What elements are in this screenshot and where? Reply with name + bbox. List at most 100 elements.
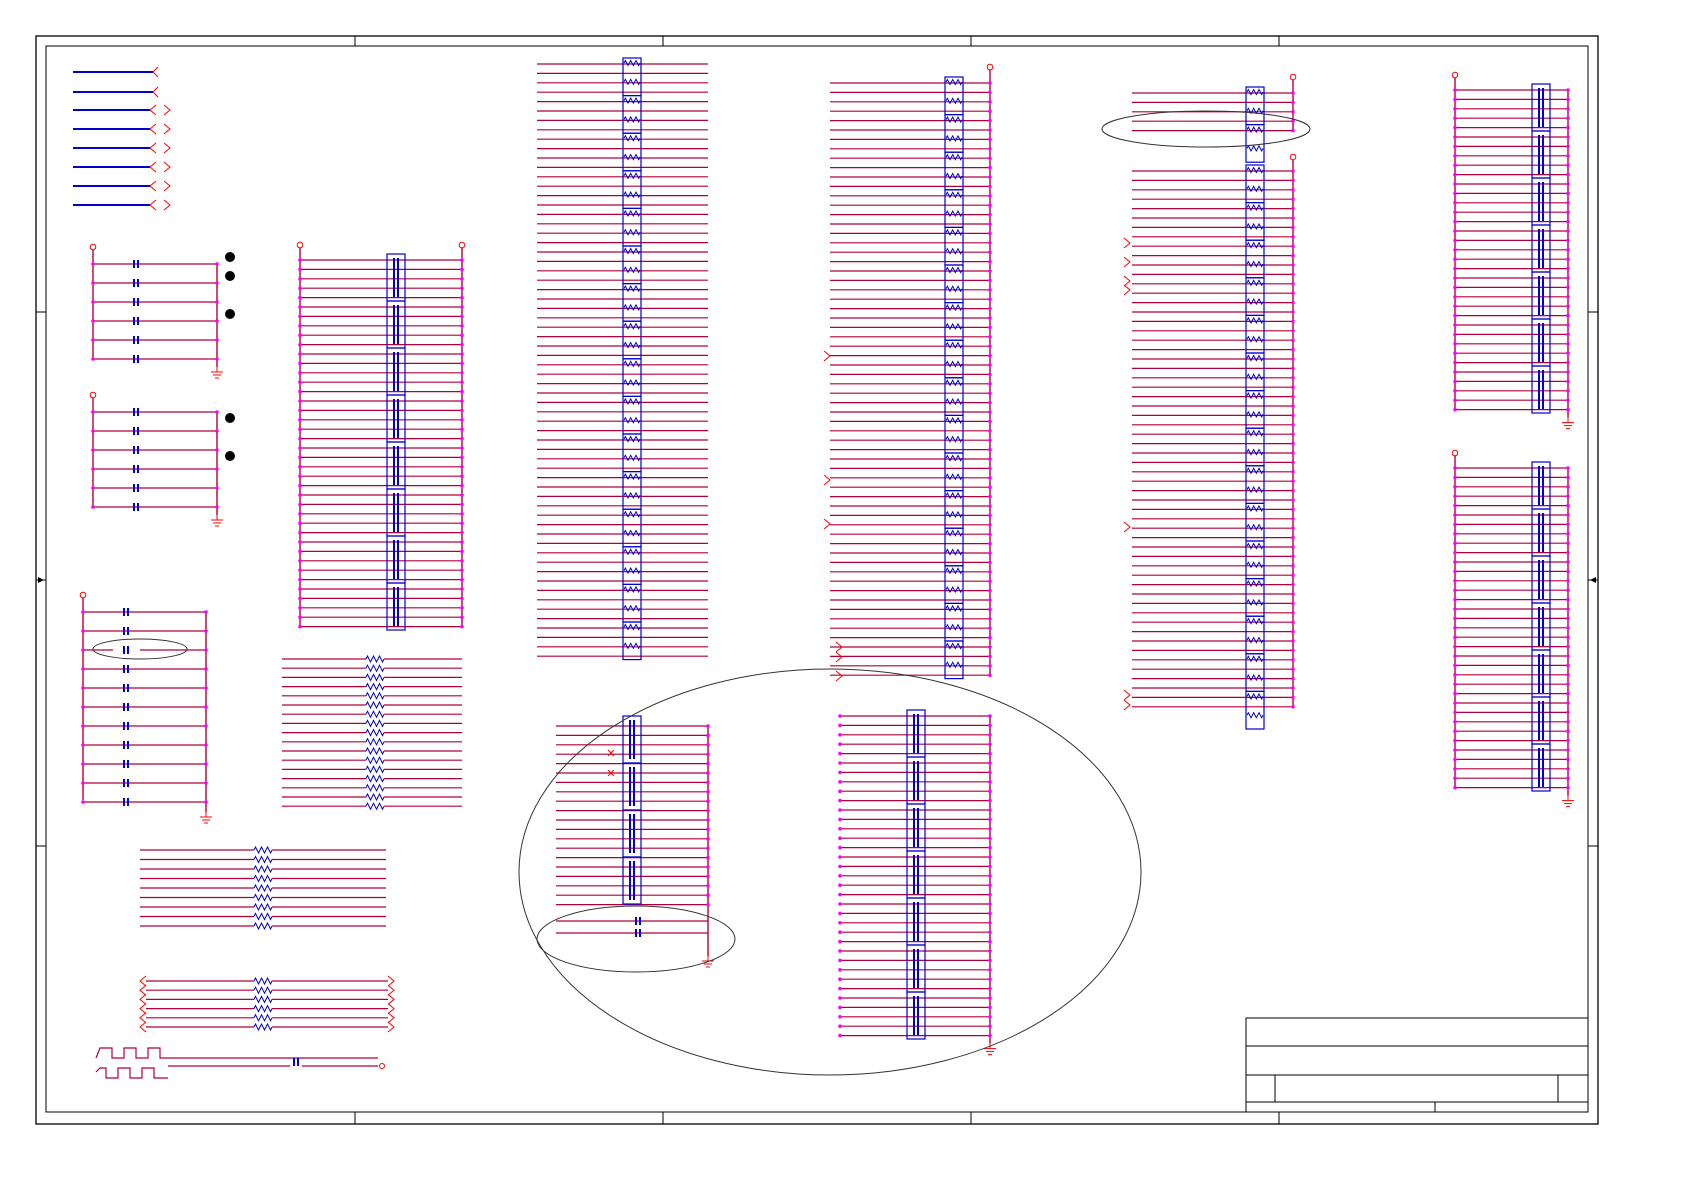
offpage-input-arrow xyxy=(152,66,159,78)
pin-dot xyxy=(460,305,464,309)
pin-dot xyxy=(1566,201,1570,205)
pin-dot xyxy=(1453,785,1457,790)
pin-dot xyxy=(988,212,992,217)
port-arrow xyxy=(387,1012,395,1024)
resistor-element xyxy=(1246,542,1264,550)
resistor xyxy=(365,792,385,802)
resistor-element xyxy=(945,548,963,556)
resistor-element xyxy=(1246,674,1264,682)
resistor-element xyxy=(623,59,641,67)
pin-dot xyxy=(988,504,992,508)
pin-dot xyxy=(298,549,302,554)
offpage-bidir-arrow xyxy=(149,161,171,173)
pin-dot xyxy=(1453,644,1457,649)
resistor-element xyxy=(1246,185,1264,193)
pin-dot xyxy=(91,448,95,452)
pin-dot xyxy=(988,250,992,254)
pin-dot xyxy=(1453,560,1457,564)
pin-dot xyxy=(988,560,992,565)
pin-dot xyxy=(460,559,464,563)
pin-dot xyxy=(204,705,208,709)
pin-dot xyxy=(1453,389,1457,393)
pin-dot xyxy=(988,770,992,775)
pin-dot xyxy=(460,596,464,601)
resistor-element xyxy=(1246,166,1264,174)
resistor-element xyxy=(1246,373,1264,381)
pin-dot xyxy=(1566,550,1570,555)
resistor-element xyxy=(1246,598,1264,606)
pin-dot xyxy=(1453,135,1457,139)
resistor-element xyxy=(623,341,641,349)
pin-dot xyxy=(838,986,842,991)
pin-dot xyxy=(1566,673,1570,677)
pin-dot xyxy=(91,357,95,361)
pin-dot xyxy=(1566,720,1570,724)
resistor-element xyxy=(945,341,963,349)
pin-dot xyxy=(1453,738,1457,743)
pin-dot xyxy=(91,505,95,509)
port-arrow xyxy=(835,670,843,682)
decoupling-capacitor-group-1 xyxy=(89,243,223,379)
pin-dot xyxy=(1453,276,1457,280)
capacitor-pack xyxy=(386,347,406,396)
capacitor-pack-column-e xyxy=(1451,449,1574,808)
port-arrow xyxy=(1123,237,1131,249)
pin-dot xyxy=(988,306,992,311)
pin-dot xyxy=(706,780,710,785)
clock-crystal-circuit xyxy=(95,1047,385,1079)
highlight-ellipse xyxy=(1101,110,1311,148)
pin-dot xyxy=(1566,398,1570,403)
pin-dot xyxy=(838,714,842,718)
capacitor-pack xyxy=(386,535,406,584)
pin-dot xyxy=(988,457,992,461)
pin-dot xyxy=(1453,626,1457,630)
pin-dot xyxy=(460,352,464,356)
pin-dot xyxy=(988,808,992,812)
pin-dot xyxy=(91,262,95,266)
resistor-row-group-1 xyxy=(140,845,386,931)
pin-dot xyxy=(1453,398,1457,403)
pin-dot xyxy=(838,770,842,775)
pin-dot xyxy=(988,761,992,765)
pin-dot xyxy=(460,324,464,328)
pin-dot xyxy=(706,733,710,738)
pin-dot xyxy=(1566,541,1570,545)
pin-dot xyxy=(988,81,992,85)
pin-dot xyxy=(988,288,992,292)
drawing-frame xyxy=(35,35,1599,1125)
resistor-element xyxy=(945,247,963,255)
pin-dot xyxy=(1566,757,1570,762)
resistor-element xyxy=(945,661,963,669)
pin-dot xyxy=(1291,263,1295,267)
pin-dot xyxy=(988,513,992,518)
capacitor-pack-column-a xyxy=(296,241,466,631)
pin-dot xyxy=(1291,329,1295,333)
resistor xyxy=(253,986,273,995)
pin-dot xyxy=(298,493,302,497)
capacitor-pack xyxy=(1531,555,1551,604)
pin-dot xyxy=(988,817,992,822)
pin-dot xyxy=(460,587,464,591)
capacitor-pack xyxy=(386,300,406,349)
pin-dot xyxy=(1453,97,1457,102)
pin-dot xyxy=(988,382,992,386)
pin-dot xyxy=(1566,351,1570,356)
pin-dot xyxy=(460,333,464,338)
pin-dot xyxy=(1453,663,1457,668)
offpage-input-arrow xyxy=(152,86,159,98)
pin-dot xyxy=(1453,466,1457,470)
power-symbol xyxy=(89,243,97,251)
pin-dot xyxy=(298,521,302,525)
clock-waveform xyxy=(95,1067,168,1079)
pin-dot xyxy=(1291,517,1295,521)
pin-dot xyxy=(81,705,85,709)
resistor xyxy=(253,1013,273,1022)
pin-dot xyxy=(988,175,992,179)
offpage-bidir-arrow xyxy=(149,180,171,192)
pin-dot xyxy=(1291,582,1295,587)
pin-dot xyxy=(1453,550,1457,555)
resistor xyxy=(365,654,385,664)
pin-dot xyxy=(988,222,992,226)
resistor-element xyxy=(945,322,963,330)
pin-dot xyxy=(1291,188,1295,192)
